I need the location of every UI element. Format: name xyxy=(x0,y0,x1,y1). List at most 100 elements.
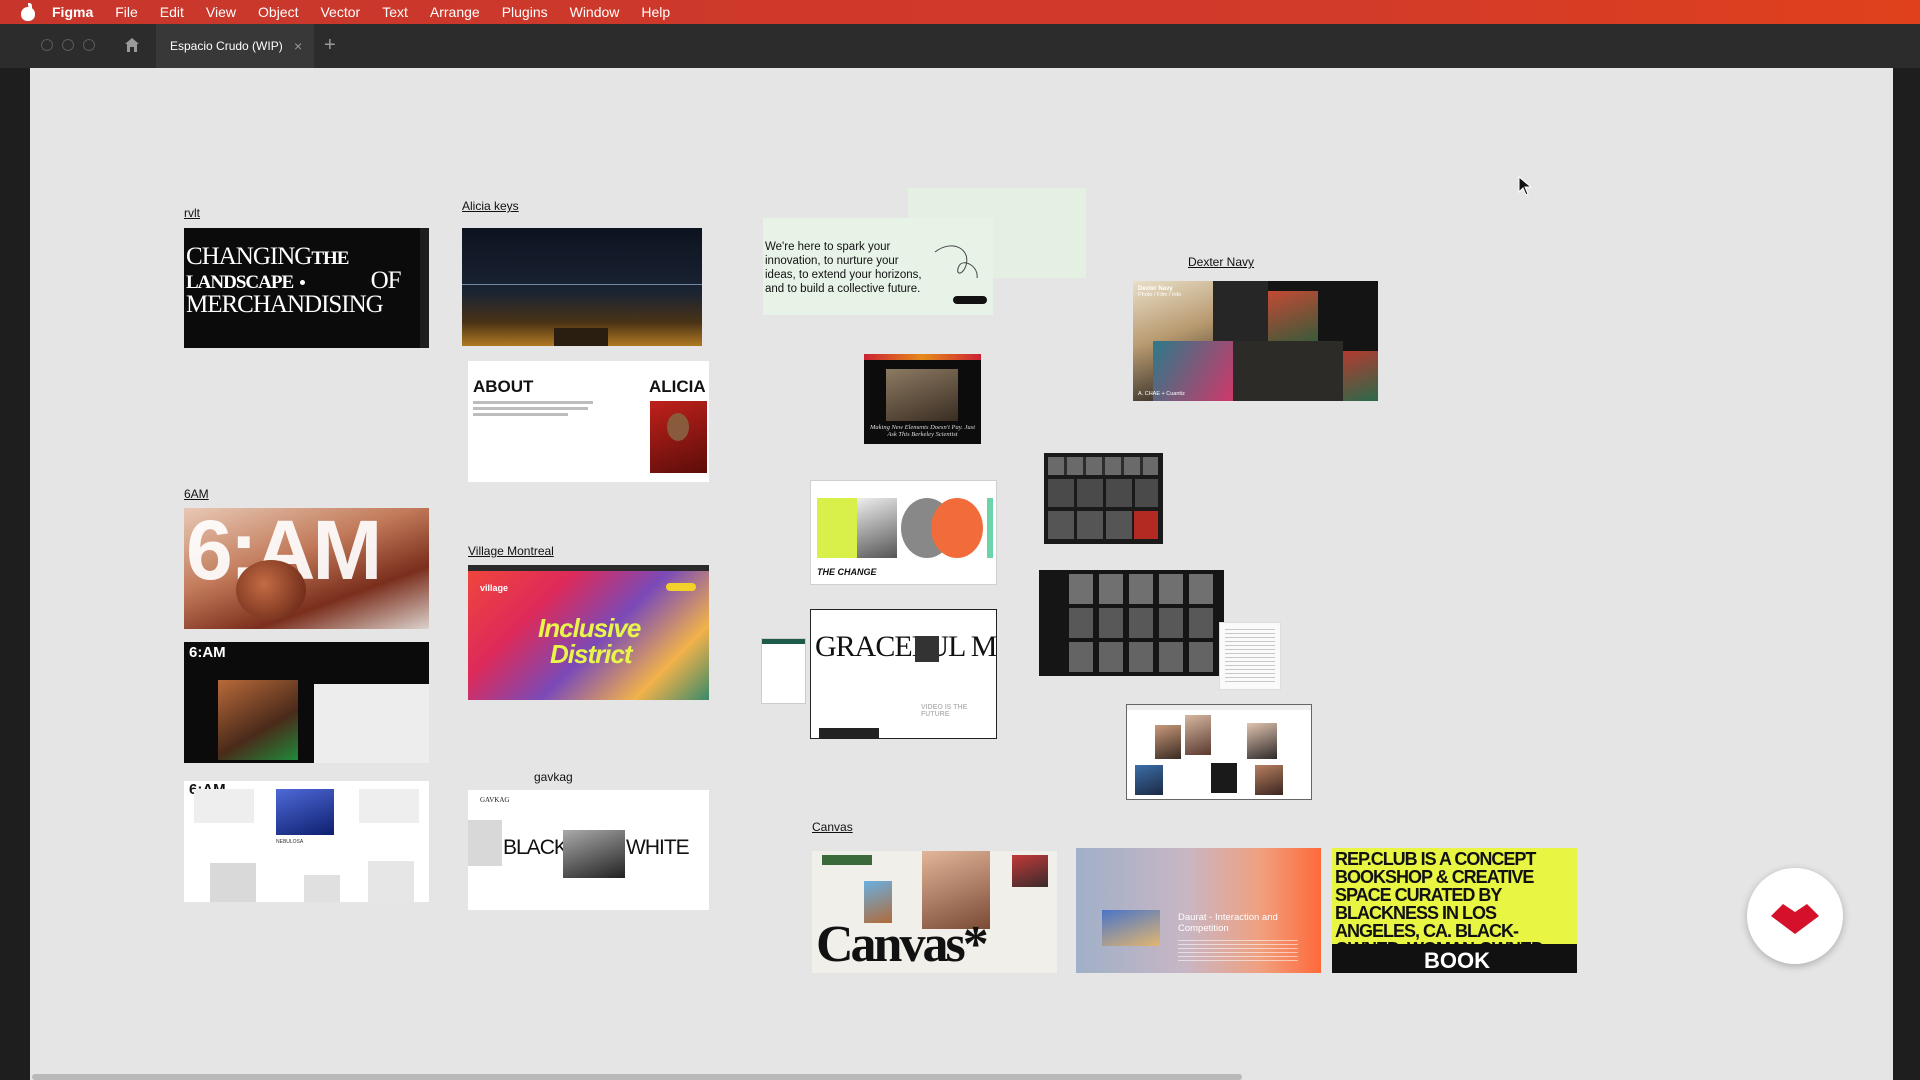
frame-gradient[interactable]: Daurat - Interaction and Competition xyxy=(1076,848,1321,973)
frame-small-widget[interactable] xyxy=(761,638,806,704)
frame-label-village[interactable]: Village Montreal xyxy=(468,544,554,558)
6am-dark-panel xyxy=(314,684,429,763)
frame-graceful[interactable]: GRACEFUL MOV VIDEO IS THE FUTURE xyxy=(810,609,997,739)
tab-title: Espacio Crudo (WIP) xyxy=(170,39,283,53)
nature-green-block xyxy=(817,498,857,558)
gradient-title: Daurat - Interaction and Competition xyxy=(1178,912,1278,934)
zoom-window-button[interactable] xyxy=(83,39,95,51)
alicia-text-line xyxy=(473,413,568,416)
close-tab-icon[interactable]: × xyxy=(294,38,302,54)
menu-help[interactable]: Help xyxy=(641,4,670,20)
menu-edit[interactable]: Edit xyxy=(160,4,184,20)
frame-repclub[interactable]: REP.CLUB IS A CONCEPT BOOKSHOP & CREATIV… xyxy=(1332,848,1577,973)
portrait-tile xyxy=(1185,715,1211,755)
rvlt-line3: MERCHANDISING xyxy=(186,291,384,318)
frame-rvlt[interactable]: CHANGINGTHE LANDSCAPE OF MERCHANDISING xyxy=(184,228,429,348)
menu-app-figma[interactable]: Figma xyxy=(52,4,93,20)
6am-hero-sphere xyxy=(236,560,306,620)
rvlt-headline: CHANGINGTHE LANDSCAPE OF MERCHANDISING xyxy=(186,244,402,318)
frame-label-6am[interactable]: 6AM xyxy=(184,487,209,501)
frame-label-canvas[interactable]: Canvas xyxy=(812,820,853,834)
portrait-tile xyxy=(1247,723,1277,759)
menu-file[interactable]: File xyxy=(115,4,138,20)
graceful-footer-photo xyxy=(819,728,879,738)
menu-window[interactable]: Window xyxy=(570,4,620,20)
frame-text-doc[interactable] xyxy=(1219,622,1281,690)
frame-gavkag[interactable]: GAVKAG BLACK WHITE xyxy=(468,790,709,910)
horizontal-scrollbar[interactable] xyxy=(32,1074,1242,1080)
portrait-tile xyxy=(1155,725,1181,759)
graceful-headline: GRACEFUL MOV xyxy=(815,630,997,663)
berkeley-photo xyxy=(886,369,958,421)
new-tab-icon[interactable]: + xyxy=(324,34,336,57)
frame-mosaic-2[interactable] xyxy=(1039,570,1224,676)
repclub-headline: REP.CLUB IS A CONCEPT BOOKSHOP & CREATIV… xyxy=(1335,849,1548,958)
spark-text: We're here to spark your innovation, to … xyxy=(765,241,922,295)
menu-text[interactable]: Text xyxy=(382,4,408,20)
berkeley-caption: Making New Elements Doesn't Pay. Just As… xyxy=(869,424,975,438)
gradient-body-lines xyxy=(1178,940,1298,964)
6am-light-tile xyxy=(359,789,419,823)
rvlt-side-strip xyxy=(420,228,429,348)
frame-alicia-hero[interactable] xyxy=(462,228,702,346)
spark-main-panel: We're here to spark your innovation, to … xyxy=(763,218,993,315)
frame-portrait-grid[interactable] xyxy=(1126,704,1312,800)
alicia-about-left: ABOUT xyxy=(473,377,534,396)
menu-vector[interactable]: Vector xyxy=(320,4,360,20)
frame-label-alicia[interactable]: Alicia keys xyxy=(462,199,519,213)
menu-plugins[interactable]: Plugins xyxy=(502,4,548,20)
minimize-window-button[interactable] xyxy=(62,39,74,51)
alicia-about-right: ALICIA xyxy=(649,377,706,396)
close-window-button[interactable] xyxy=(41,39,53,51)
portrait-tile xyxy=(1135,765,1163,795)
frame-berkeley[interactable]: Making New Elements Doesn't Pay. Just As… xyxy=(864,354,981,444)
mosaic-2-row xyxy=(1069,642,1219,672)
village-headline-2: District xyxy=(550,639,633,669)
brand-logo-icon xyxy=(1771,904,1819,934)
menu-object[interactable]: Object xyxy=(258,4,298,20)
canvas-wordmark: Canvas* xyxy=(816,916,989,973)
portrait-tile xyxy=(1211,763,1237,793)
gradient-photo xyxy=(1102,910,1160,946)
gavkag-left-image xyxy=(468,820,502,866)
berkeley-topbar xyxy=(864,354,981,360)
rvlt-line2: LANDSCAPE xyxy=(186,272,294,293)
frame-alicia-about[interactable]: ABOUT ALICIA xyxy=(468,361,709,482)
mosaic-2-row xyxy=(1069,574,1219,604)
rvlt-line1b: THE xyxy=(311,248,349,269)
mosaic-2-row xyxy=(1069,608,1219,638)
frame-mosaic-1[interactable] xyxy=(1044,453,1163,544)
frame-canvas[interactable]: Canvas* xyxy=(812,851,1057,973)
figma-canvas[interactable]: rvlt Alicia keys Dexter Navy 6AM Village… xyxy=(30,68,1893,1080)
gavkag-brand: GAVKAG xyxy=(480,796,510,804)
frame-6am-light[interactable]: 6:AM NEBULOSA xyxy=(184,781,429,902)
alicia-text-line xyxy=(473,407,588,410)
frame-village[interactable]: village Inclusive District xyxy=(468,565,709,700)
6am-light-tile xyxy=(368,861,414,902)
frame-label-gavkag[interactable]: gavkag xyxy=(534,770,573,784)
home-icon[interactable] xyxy=(124,37,140,53)
frame-label-dexter[interactable]: Dexter Navy xyxy=(1188,255,1254,269)
village-brand: village xyxy=(480,583,509,593)
alicia-nav-line xyxy=(462,284,702,285)
spark-cta-button xyxy=(953,296,987,304)
menu-arrange[interactable]: Arrange xyxy=(430,4,480,20)
tab-espacio-crudo[interactable]: Espacio Crudo (WIP) xyxy=(156,24,314,68)
graceful-video-text: VIDEO IS THE FUTURE xyxy=(921,704,968,718)
6am-dark-title: 6:AM xyxy=(189,644,226,661)
gavkag-headline-right: WHITE xyxy=(626,836,690,859)
frame-label-rvlt[interactable]: rvlt xyxy=(184,206,200,220)
mouse-cursor-icon xyxy=(1518,176,1533,196)
frame-6am-hero[interactable]: 6:AM xyxy=(184,508,429,629)
repclub-bottom-text: BOOK xyxy=(1424,948,1490,973)
brand-logo-badge[interactable] xyxy=(1747,868,1843,964)
frame-nature[interactable]: THE CHANGE xyxy=(810,480,997,585)
frame-dexter[interactable]: Dexter Navy Photo / Film / Info A. CHAE … xyxy=(1133,281,1378,401)
frame-spark[interactable]: We're here to spark your innovation, to … xyxy=(763,188,1086,315)
mosaic-1-red-tile xyxy=(1134,511,1158,539)
frame-6am-dark[interactable]: 6:AM xyxy=(184,642,429,763)
portrait-grid-nav xyxy=(1127,705,1311,710)
menu-view[interactable]: View xyxy=(206,4,236,20)
apple-icon[interactable] xyxy=(18,2,38,22)
repclub-bottom-bar: BOOK xyxy=(1332,944,1577,973)
